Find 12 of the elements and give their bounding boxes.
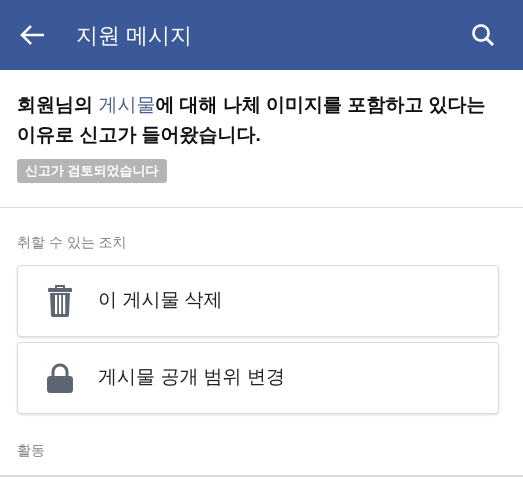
report-message: 회원님의 게시물에 대해 나체 이미지를 포함하고 있다는 이유로 신고가 들어왔습니다. [17,94,487,148]
action-button[interactable]: 이 게시물 삭제 [17,265,499,337]
trash-icon [48,285,72,317]
action-button[interactable]: 게시물 공개 범위 변경 [17,342,499,414]
section-label: 활동 [17,441,46,460]
section-label: 취할 수 있는 조치 [17,233,128,252]
status-badge: 신고가 검토되었습니다 [17,159,167,182]
header-title: 지원 메시지 [76,22,192,50]
padlock-icon [47,363,73,393]
back-arrow-icon[interactable] [20,24,46,46]
search-icon[interactable] [471,23,495,47]
post-link[interactable]: 게시물 [98,95,156,116]
